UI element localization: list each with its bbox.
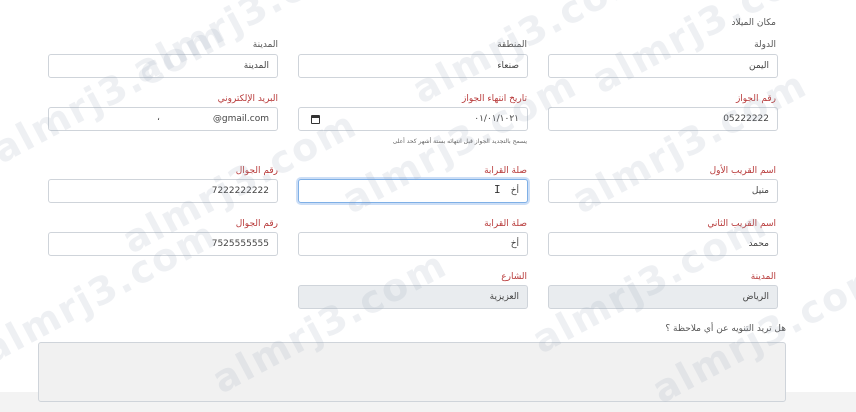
mobile-1-value: 7222222222 [211, 186, 269, 196]
passport-expiry-label: تاريخ انتهاء الجواز [461, 94, 527, 104]
country-label: الدولة [754, 40, 776, 50]
email-label: البريد الإلكتروني [217, 94, 278, 104]
street-label: الشارع [501, 272, 527, 282]
region-label: المنطقة [497, 40, 527, 50]
email-value: @gmail.com [212, 114, 269, 124]
relationship-1-value: أخ [510, 186, 519, 196]
residence-city-field[interactable]: الرياض [548, 285, 778, 309]
mobile-1-label: رقم الجوال [235, 166, 278, 176]
passport-number-field[interactable]: 05222222 [548, 107, 778, 131]
passport-expiry-value: ٠١/٠١/١٠٢١ [474, 114, 519, 124]
first-relative-name-field[interactable]: منيل [548, 179, 778, 203]
email-extra-char: ، [157, 113, 160, 123]
street-field[interactable]: العزيزية [298, 285, 528, 309]
passport-number-value: 05222222 [723, 114, 769, 124]
mobile-1-field[interactable]: 7222222222 [48, 179, 278, 203]
mobile-2-label: رقم الجوال [235, 219, 278, 229]
note-textarea[interactable] [38, 342, 786, 402]
note-question-label: هل تريد التنويه عن أي ملاحظة ؟ [665, 324, 786, 334]
country-field[interactable]: اليمن [548, 54, 778, 78]
mobile-2-field[interactable]: 7525555555 [48, 232, 278, 256]
text-cursor-icon: I [494, 183, 501, 196]
city-label: المدينة [252, 40, 278, 50]
passport-expiry-hint: يسمح بالتجديد الجواز قبل انتهائه بستة أش… [392, 138, 527, 145]
first-relative-name-label: اسم القريب الأول [709, 166, 776, 176]
passport-number-label: رقم الجواز [735, 94, 776, 104]
relationship-1-label: صلة القرابة [484, 166, 527, 176]
mobile-2-value: 7525555555 [211, 239, 269, 249]
second-relative-name-field[interactable]: محمد [548, 232, 778, 256]
birth-place-section-label: مكان الميلاد [731, 18, 776, 28]
relationship-2-field[interactable]: أخ [298, 232, 528, 256]
relationship-2-label: صلة القرابة [484, 219, 527, 229]
region-field[interactable]: صنعاء [298, 54, 528, 78]
email-field[interactable]: @gmail.com [48, 107, 278, 131]
passport-expiry-field[interactable]: ٠١/٠١/١٠٢١ [298, 107, 528, 131]
second-relative-name-label: اسم القريب الثاني [707, 219, 776, 229]
residence-city-label: المدينة [750, 272, 776, 282]
calendar-icon[interactable] [311, 115, 320, 124]
city-field[interactable]: المدينة [48, 54, 278, 78]
